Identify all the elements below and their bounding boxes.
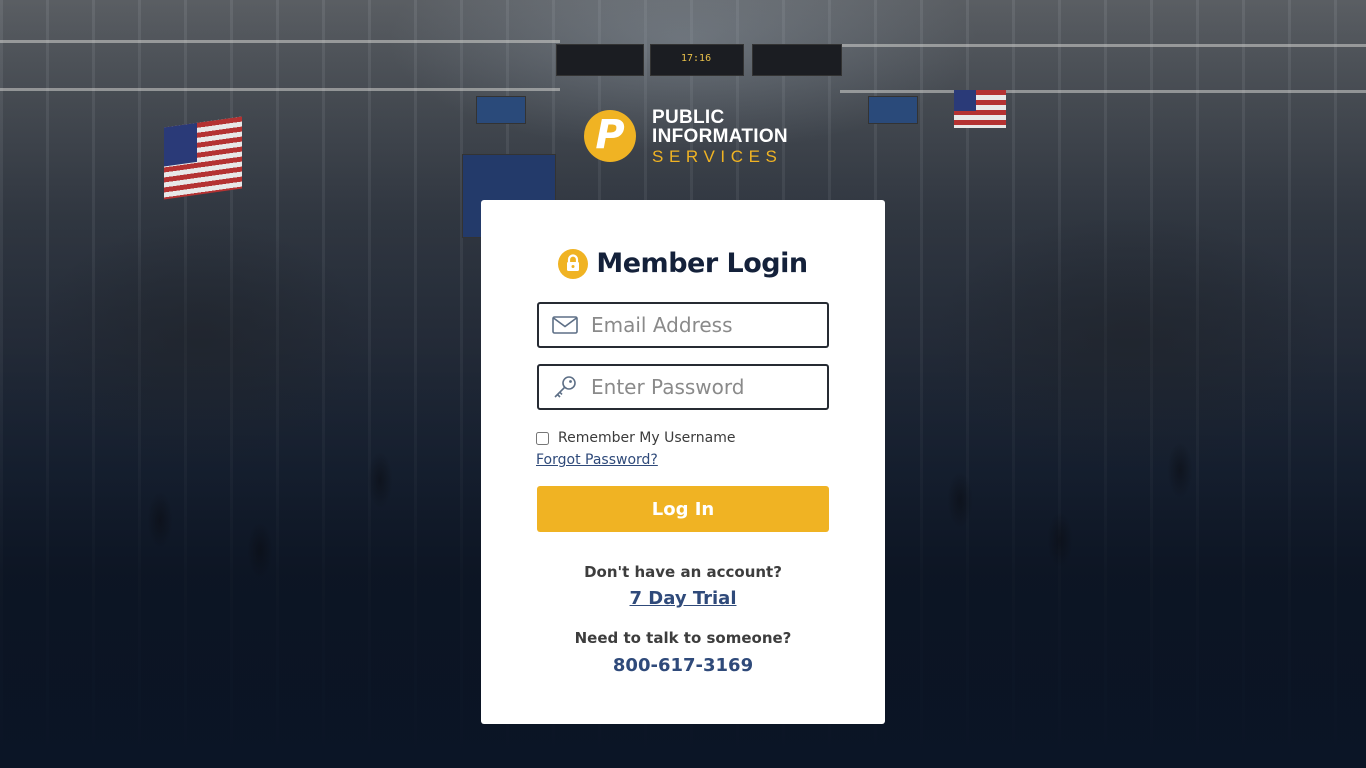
phone-link[interactable]: 800-617-3169 [481, 655, 885, 676]
background-railing [0, 88, 560, 91]
trial-link[interactable]: 7 Day Trial [481, 588, 885, 609]
background-flag [164, 116, 242, 200]
brand-logo: P PUBLIC INFORMATION SERVICES [584, 108, 788, 165]
login-title: Member Login [596, 248, 808, 279]
logo-line-3: SERVICES [652, 146, 783, 166]
envelope-icon [539, 316, 591, 334]
background-departure-board: 17:16 [650, 44, 744, 76]
login-button[interactable]: Log In [537, 486, 829, 532]
contact-prompt: Need to talk to someone? [574, 629, 792, 647]
background-board-clock: 17:16 [681, 53, 712, 64]
background-departure-board [752, 44, 842, 76]
email-input[interactable] [591, 305, 821, 345]
password-input[interactable] [591, 367, 821, 407]
login-header: Member Login [481, 248, 885, 279]
background-departure-board [556, 44, 644, 76]
background-railing [840, 44, 1366, 47]
key-icon [539, 374, 591, 400]
lock-icon [558, 248, 589, 279]
logo-letter: P [595, 112, 625, 158]
remember-checkbox[interactable] [536, 431, 549, 445]
logo-line-1: PUBLIC [652, 106, 725, 128]
background-railing [840, 90, 1366, 93]
login-card: Member Login Remember My Username Forgot… [481, 200, 885, 724]
signup-prompt: Don't have an account? [584, 563, 782, 581]
logo-mark-icon: P [584, 110, 636, 162]
logo-wordmark: PUBLIC INFORMATION SERVICES [652, 108, 788, 165]
email-field[interactable] [537, 302, 829, 348]
logo-line-2: INFORMATION [652, 125, 788, 147]
background-flag [954, 90, 1006, 128]
remember-label: Remember My Username [558, 430, 736, 446]
password-field[interactable] [537, 364, 829, 410]
background-screen [868, 96, 918, 124]
background-railing [0, 40, 560, 43]
background-screen [476, 96, 526, 124]
forgot-password-link[interactable]: Forgot Password? [536, 452, 658, 468]
remember-username[interactable]: Remember My Username [536, 430, 736, 446]
